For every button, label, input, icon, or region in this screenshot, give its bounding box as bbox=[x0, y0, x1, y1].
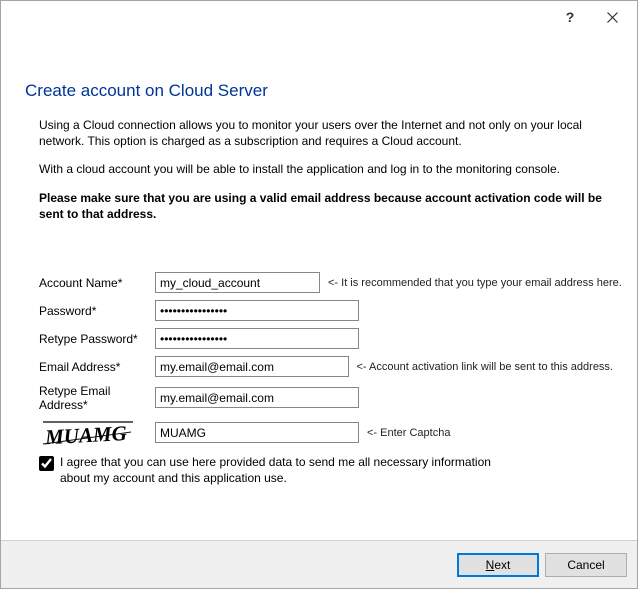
intro-text: Using a Cloud connection allows you to m… bbox=[25, 117, 613, 222]
label-retype-password: Retype Password* bbox=[39, 332, 155, 346]
input-retype-password[interactable] bbox=[155, 328, 359, 349]
footer: Next Cancel bbox=[1, 540, 637, 588]
dialog-window: ? Create account on Cloud Server Using a… bbox=[0, 0, 638, 589]
row-password: Password* bbox=[39, 300, 613, 322]
row-captcha: MUAMG <- Enter Captcha bbox=[39, 418, 613, 448]
hint-account-name: <- It is recommended that you type your … bbox=[328, 277, 622, 289]
next-button-rest: ext bbox=[494, 558, 510, 572]
close-button[interactable] bbox=[591, 3, 633, 31]
row-retype-email: Retype Email Address* bbox=[39, 384, 613, 412]
input-captcha[interactable] bbox=[155, 422, 359, 443]
label-password: Password* bbox=[39, 304, 155, 318]
page-title: Create account on Cloud Server bbox=[25, 81, 613, 101]
row-account-name: Account Name* <- It is recommended that … bbox=[39, 272, 613, 294]
intro-paragraph-2: With a cloud account you will be able to… bbox=[39, 161, 613, 177]
content-area: Create account on Cloud Server Using a C… bbox=[1, 33, 637, 540]
row-email: Email Address* <- Account activation lin… bbox=[39, 356, 613, 378]
input-password[interactable] bbox=[155, 300, 359, 321]
intro-paragraph-3: Please make sure that you are using a va… bbox=[39, 190, 613, 222]
row-agree: I agree that you can use here provided d… bbox=[39, 454, 613, 486]
label-email: Email Address* bbox=[39, 360, 155, 374]
help-button[interactable]: ? bbox=[549, 3, 591, 31]
row-retype-password: Retype Password* bbox=[39, 328, 613, 350]
hint-captcha: <- Enter Captcha bbox=[367, 427, 450, 439]
label-retype-email: Retype Email Address* bbox=[39, 384, 155, 412]
close-icon bbox=[607, 12, 618, 23]
titlebar: ? bbox=[1, 1, 637, 33]
hint-email: <- Account activation link will be sent … bbox=[357, 361, 614, 373]
form: Account Name* <- It is recommended that … bbox=[39, 272, 613, 448]
next-button[interactable]: Next bbox=[457, 553, 539, 577]
label-agree[interactable]: I agree that you can use here provided d… bbox=[60, 454, 520, 486]
label-account-name: Account Name* bbox=[39, 276, 155, 290]
input-email[interactable] bbox=[155, 356, 349, 377]
intro-paragraph-1: Using a Cloud connection allows you to m… bbox=[39, 117, 613, 149]
svg-text:MUAMG: MUAMG bbox=[44, 421, 128, 448]
captcha-icon: MUAMG bbox=[39, 418, 139, 448]
captcha-image: MUAMG bbox=[39, 418, 155, 448]
input-retype-email[interactable] bbox=[155, 387, 359, 408]
input-account-name[interactable] bbox=[155, 272, 320, 293]
cancel-button[interactable]: Cancel bbox=[545, 553, 627, 577]
checkbox-agree[interactable] bbox=[39, 456, 54, 471]
